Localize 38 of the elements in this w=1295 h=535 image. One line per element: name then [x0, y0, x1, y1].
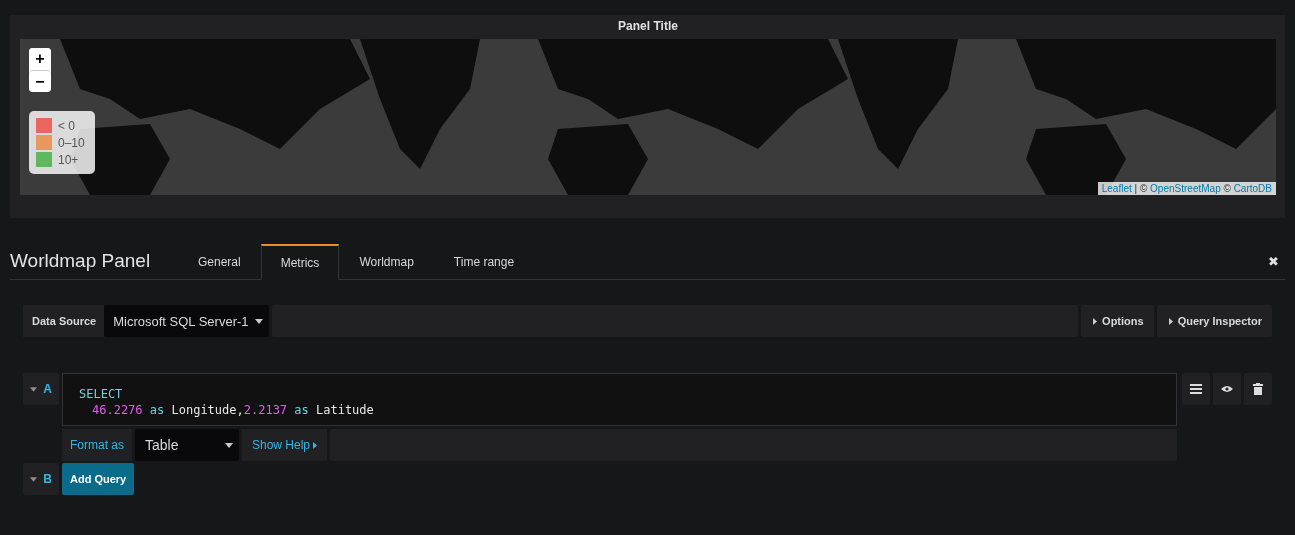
editor-tab[interactable]: General — [178, 244, 261, 279]
caret-icon — [1093, 317, 1098, 325]
options-button[interactable]: Options — [1081, 305, 1154, 337]
zoom-out-button[interactable]: − — [29, 70, 51, 92]
trash-icon — [1253, 383, 1263, 395]
code-editor[interactable]: SELECT 46.2276 as Longitude,2.2137 as Latitude — [62, 373, 1177, 426]
toggle-visibility-button[interactable] — [1213, 373, 1241, 405]
caret-icon — [313, 441, 318, 449]
format-label: Format as — [62, 429, 132, 461]
close-button[interactable]: ✖ — [1262, 254, 1285, 279]
show-help-button[interactable]: Show Help — [242, 429, 328, 461]
format-select[interactable]: Table — [135, 429, 239, 461]
caret-icon — [225, 442, 233, 448]
code-line: SELECT — [79, 386, 123, 402]
code-line: 46.2276 as Longitude,2.2137 as Latitude — [91, 402, 374, 418]
query-inspector-button[interactable]: Query Inspector — [1156, 305, 1272, 337]
caret-icon — [254, 318, 263, 324]
editor-tab[interactable]: Time range — [433, 244, 535, 279]
legend-label: 0–10 — [58, 135, 85, 150]
editor-tab[interactable]: Worldmap — [339, 244, 434, 279]
data-source-label: Data Source — [23, 305, 105, 337]
data-source-select[interactable]: Microsoft SQL Server-1 — [104, 305, 269, 337]
query-toggle[interactable]: A — [23, 373, 59, 405]
caret-icon — [30, 476, 38, 482]
menu-icon — [1190, 384, 1202, 394]
legend-label: < 0 — [58, 118, 75, 133]
panel-title: Panel Title — [617, 18, 679, 35]
editor-title: Worldmap Panel — [10, 250, 152, 273]
menu-button[interactable] — [1182, 373, 1210, 405]
query-toggle[interactable]: B — [23, 463, 59, 495]
editor-tab[interactable]: Metrics — [260, 244, 340, 280]
delete-button[interactable] — [1244, 373, 1272, 405]
eye-icon — [1221, 385, 1233, 393]
caret-icon — [1168, 317, 1173, 325]
map-attribution: Leaflet | © OpenStreetMap © CartoDB — [1097, 182, 1276, 195]
legend-label: 10+ — [58, 152, 79, 167]
caret-icon — [30, 386, 38, 392]
add-query-button[interactable]: Add Query — [62, 463, 135, 495]
